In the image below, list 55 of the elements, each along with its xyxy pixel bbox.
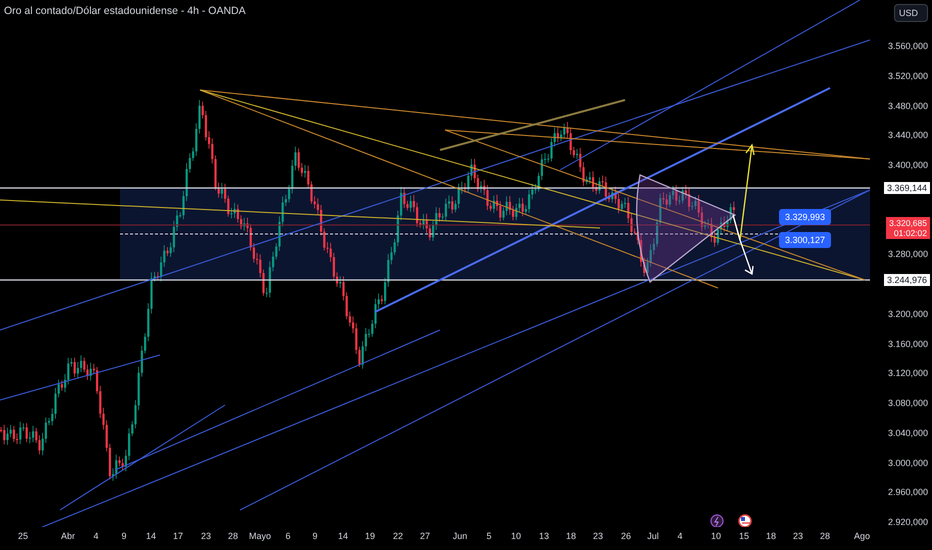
current-price: 3.320,685 (889, 218, 927, 228)
time-axis-label: 17 (173, 531, 183, 541)
price-axis-label: 3.560,000 (888, 41, 928, 51)
time-axis-label: 13 (539, 531, 549, 541)
price-axis-label: 3.000,000 (888, 458, 928, 468)
time-axis-label: Jun (452, 531, 468, 541)
time-axis-label: 18 (566, 531, 576, 541)
time-axis-label: Ago (854, 531, 870, 541)
time-axis-label: 9 (122, 531, 126, 541)
time-axis-label: 23 (793, 531, 803, 541)
time-axis-label: 22 (393, 531, 403, 541)
time-axis-label: 19 (365, 531, 375, 541)
price-level-label: 3.369,144 (884, 182, 930, 194)
time-axis-label: 10 (711, 531, 721, 541)
chart-title: Oro al contado/Dólar estadounidense - 4h - OANDA (4, 5, 246, 17)
time-axis-label: 23 (593, 531, 603, 541)
flag-icon[interactable] (738, 514, 752, 527)
price-axis-label: 3.440,000 (888, 130, 928, 140)
time-axis-label: 14 (338, 531, 348, 541)
target-price-label: 3.300,127 (779, 232, 832, 248)
price-axis-label: 3.080,000 (888, 398, 928, 408)
price-axis-label: 3.400,000 (888, 160, 928, 170)
time-axis-label: 4 (678, 531, 682, 541)
time-axis-label: 6 (286, 531, 290, 541)
time-axis-label: 28 (228, 531, 238, 541)
price-axis-label: 3.040,000 (888, 428, 928, 438)
time-axis-label: 14 (146, 531, 156, 541)
price-axis-label: 3.120,000 (888, 368, 928, 378)
time-axis-label: 4 (94, 531, 98, 541)
time-axis-label: 9 (312, 531, 318, 541)
price-axis-label: 3.160,000 (888, 338, 928, 348)
price-axis-label: 2.920,000 (888, 517, 928, 527)
lightning-icon[interactable] (710, 514, 724, 527)
target-price-label: 3.329,993 (779, 209, 832, 225)
time-axis-label: 26 (621, 531, 631, 541)
time-axis-label: 18 (766, 531, 776, 541)
price-axis-label: 3.520,000 (888, 70, 928, 81)
time-axis-label: 23 (201, 531, 211, 541)
time-axis-label: 15 (739, 531, 749, 541)
price-level-label: 3.244,976 (884, 274, 930, 286)
time-axis-label: Abr (61, 531, 75, 541)
time-axis-label: 5 (486, 531, 492, 541)
time-axis-label: 27 (420, 531, 430, 541)
time-axis-label: 28 (820, 531, 830, 541)
price-axis-label: 2.960,000 (888, 487, 928, 498)
time-axis-label: Jul (647, 531, 659, 541)
price-axis-label: 3.480,000 (888, 100, 928, 110)
currency-button[interactable]: USD (894, 4, 928, 22)
arrow-down (732, 214, 754, 276)
time-axis-label: 10 (511, 531, 521, 541)
price-axis-label: 3.200,000 (888, 308, 928, 319)
bar-countdown: 01:02:02 (894, 228, 927, 238)
time-axis-label: Mayo (249, 531, 271, 541)
price-axis-label: 3.280,000 (888, 249, 928, 260)
time-axis-label: 25 (18, 531, 28, 541)
